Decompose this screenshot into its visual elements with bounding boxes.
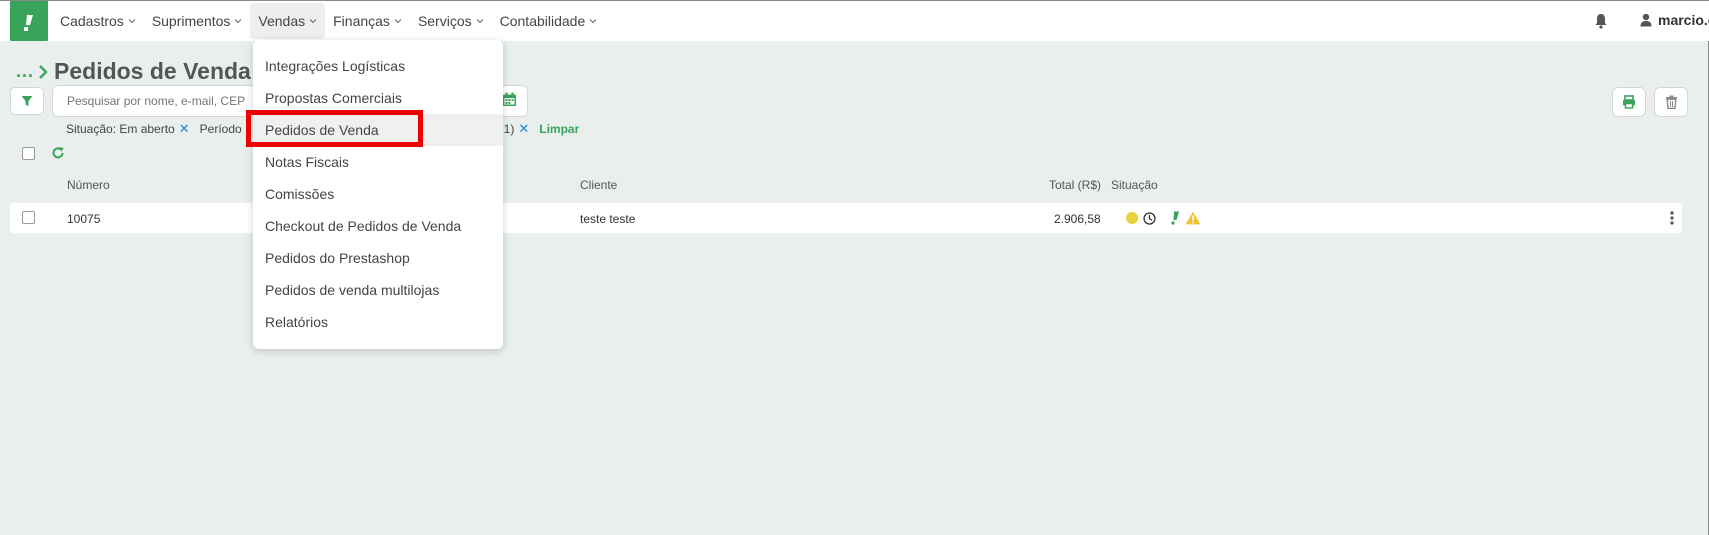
active-filters-tail: 21) ✕ Limpar — [497, 121, 579, 137]
top-navbar: Cadastros Suprimentos Vendas Finanças Se… — [0, 1, 1709, 44]
nav-servicos[interactable]: Serviços — [410, 3, 492, 39]
filter-icon — [21, 96, 33, 106]
more-options-icon[interactable] — [1670, 211, 1674, 225]
status-dot-icon — [1126, 212, 1138, 224]
menu-item-pedidos-de-venda[interactable]: Pedidos de Venda — [253, 114, 503, 146]
nav-cadastros[interactable]: Cadastros — [52, 3, 144, 39]
menu-item-pedidos-prestashop[interactable]: Pedidos do Prestashop — [253, 242, 503, 274]
print-button[interactable] — [1612, 87, 1646, 117]
nav-financas[interactable]: Finanças — [325, 3, 410, 39]
remove-filter-icon[interactable]: ✕ — [179, 121, 190, 137]
chevron-down-icon — [476, 19, 483, 24]
user-icon — [1640, 13, 1652, 27]
chevron-right-icon — [39, 64, 48, 79]
cell-total: 2.906,58 — [1054, 212, 1101, 226]
chevron-down-icon — [589, 19, 597, 24]
status-icons — [1126, 211, 1201, 225]
calendar-icon[interactable] — [502, 92, 517, 107]
clear-filters-link[interactable]: Limpar — [539, 122, 579, 136]
brand-logo[interactable] — [10, 1, 48, 44]
clock-icon — [1143, 211, 1156, 225]
brand-mark-icon — [1171, 211, 1179, 225]
select-all-checkbox[interactable] — [22, 147, 35, 160]
logo-icon — [24, 14, 33, 31]
row-checkbox[interactable] — [22, 211, 35, 224]
chevron-down-icon — [235, 19, 242, 24]
trash-icon — [1665, 95, 1677, 109]
column-header-cliente[interactable]: Cliente — [580, 178, 617, 192]
menu-item-checkout-pedidos[interactable]: Checkout de Pedidos de Venda — [253, 210, 503, 242]
menu-item-integracoes-logisticas[interactable]: Integrações Logísticas — [253, 50, 503, 82]
nav-suprimentos[interactable]: Suprimentos — [144, 3, 251, 39]
breadcrumb-ellipsis[interactable]: ... — [16, 61, 34, 82]
nav-label: Vendas — [258, 13, 306, 29]
breadcrumb: ... Pedidos de Venda — [16, 58, 251, 85]
vendas-dropdown-menu: Integrações Logísticas Propostas Comerci… — [253, 40, 503, 349]
menu-item-comissoes[interactable]: Comissões — [253, 178, 503, 210]
bell-icon[interactable] — [1594, 13, 1608, 29]
menu-item-notas-fiscais[interactable]: Notas Fiscais — [253, 146, 503, 178]
column-header-situacao[interactable]: Situação — [1111, 178, 1158, 192]
cell-cliente: teste teste — [580, 212, 636, 226]
nav-vendas[interactable]: Vendas — [250, 3, 326, 39]
nav-label: Suprimentos — [151, 13, 231, 29]
filter-button[interactable] — [10, 87, 44, 115]
nav-label: Finanças — [333, 13, 390, 29]
user-menu[interactable]: marcio.c — [1640, 12, 1709, 28]
nav-label: Serviços — [417, 13, 472, 29]
column-header-total[interactable]: Total (R$) — [1049, 178, 1101, 192]
nav-label: Cadastros — [60, 13, 124, 29]
filter-chip-situacao: Situação: Em aberto — [66, 122, 175, 136]
filter-chip-periodo: Período — [199, 122, 242, 136]
menu-item-pedidos-multilojas[interactable]: Pedidos de venda multilojas — [253, 274, 503, 306]
cell-numero: 10075 — [67, 212, 101, 226]
nav-contabilidade[interactable]: Contabilidade — [492, 3, 606, 39]
nav-label: Contabilidade — [499, 13, 586, 29]
warning-icon — [1185, 211, 1201, 225]
main-nav: Cadastros Suprimentos Vendas Finanças Se… — [52, 1, 605, 41]
menu-item-propostas-comerciais[interactable]: Propostas Comerciais — [253, 82, 503, 114]
chevron-down-icon — [394, 19, 402, 24]
delete-button[interactable] — [1654, 87, 1688, 117]
active-filters: Situação: Em aberto ✕ Período — [66, 121, 242, 137]
user-name: marcio.c — [1658, 12, 1709, 28]
refresh-icon[interactable] — [51, 146, 65, 160]
chevron-down-icon — [128, 19, 136, 24]
column-header-numero[interactable]: Número — [67, 178, 110, 192]
printer-icon — [1623, 95, 1635, 109]
menu-item-relatorios[interactable]: Relatórios — [253, 306, 503, 338]
page-title: Pedidos de Venda — [54, 58, 251, 84]
chevron-down-icon — [309, 19, 317, 24]
remove-filter-icon[interactable]: ✕ — [518, 121, 529, 137]
